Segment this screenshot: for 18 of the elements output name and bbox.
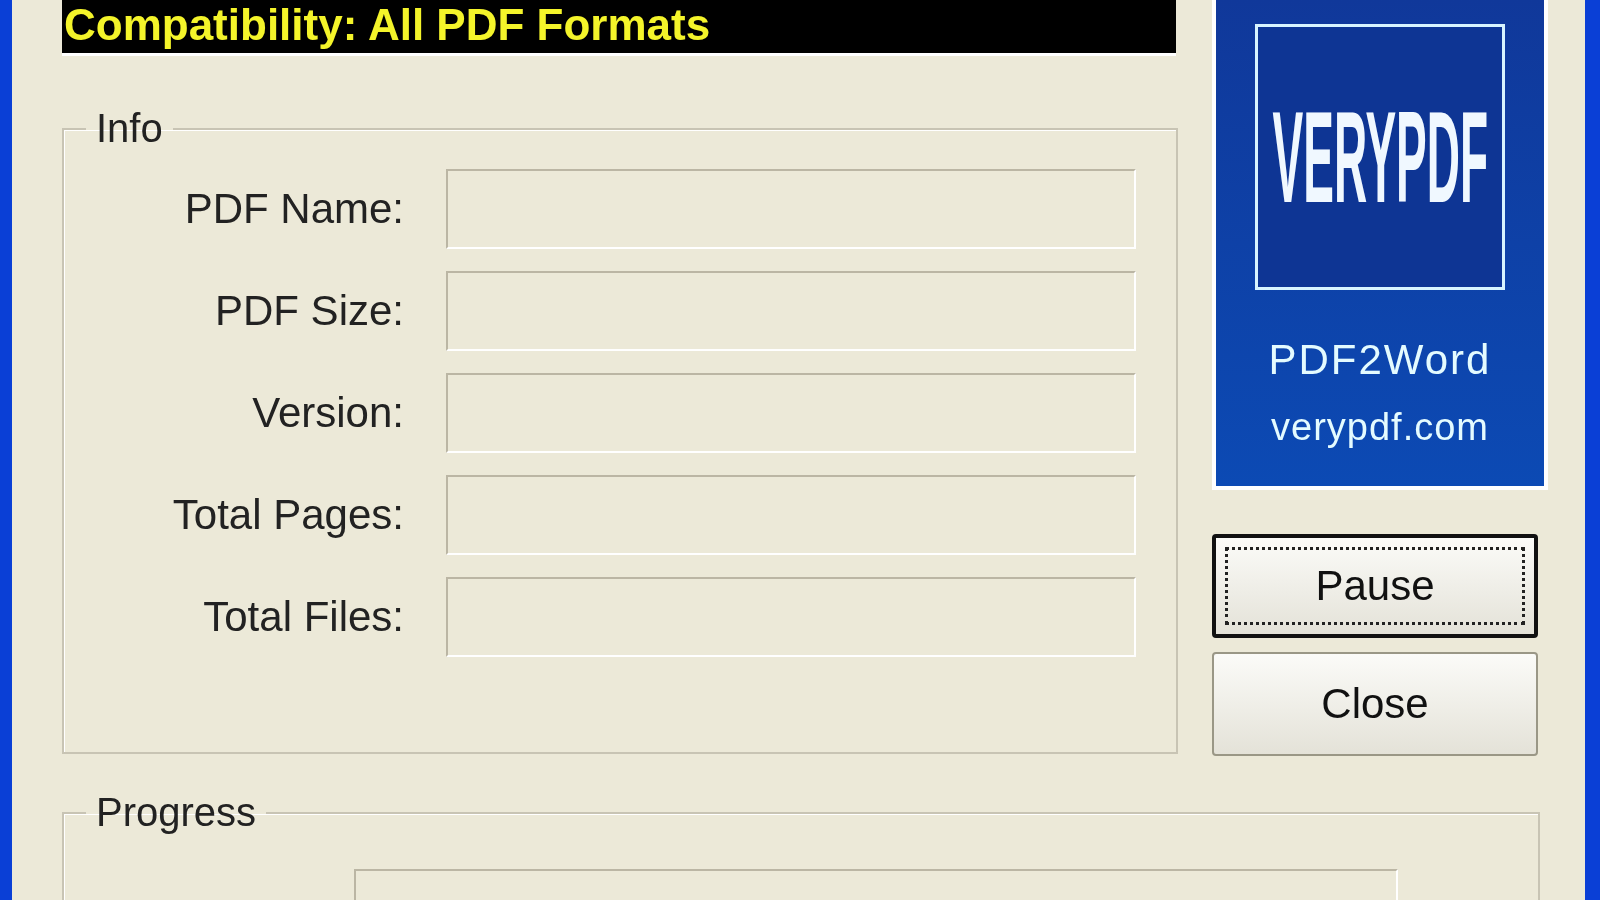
product-name: PDF2Word — [1268, 336, 1492, 384]
text-field[interactable] — [446, 577, 1136, 657]
field-label: PDF Size: — [213, 287, 404, 335]
close-button[interactable]: Close — [1212, 652, 1538, 756]
text-field[interactable] — [446, 271, 1136, 351]
text-field[interactable] — [446, 169, 1136, 249]
website-text: verypdf.com — [1271, 406, 1489, 449]
pause-button[interactable]: Pause — [1212, 534, 1538, 638]
group-title: Progress — [95, 790, 258, 835]
group-title: Info — [95, 106, 164, 151]
field-label: Total Pages: — [171, 491, 404, 539]
text-field[interactable] — [446, 475, 1136, 555]
text-field[interactable] — [446, 373, 1136, 453]
field-label: Total Files: — [202, 593, 404, 641]
logo-brand: VERYPDF — [1272, 82, 1488, 232]
field-label: PDF Name: — [183, 185, 404, 233]
banner: Compatibility: All PDF Formats — [62, 0, 1176, 56]
field-label: Version: — [251, 389, 404, 437]
